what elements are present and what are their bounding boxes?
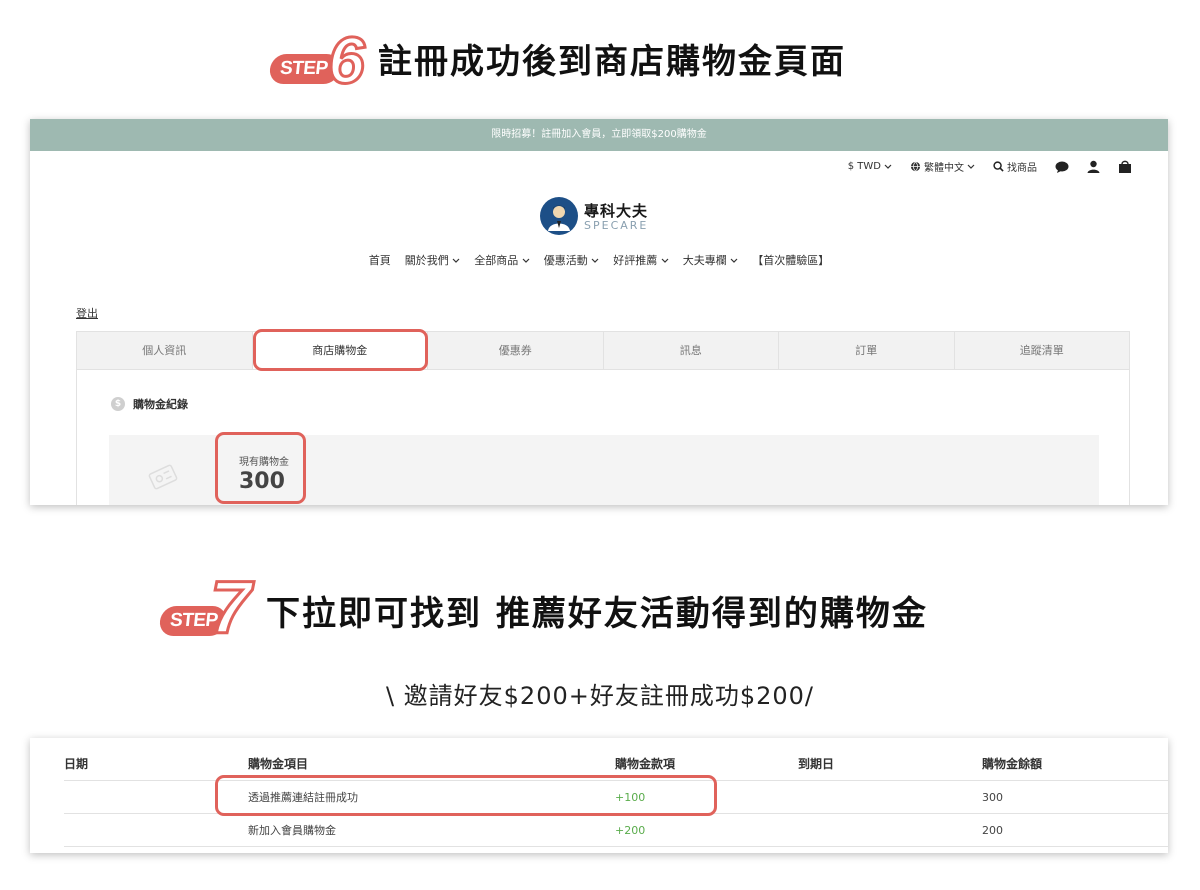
step7-number: 7 xyxy=(208,566,252,649)
brand-logo[interactable]: 專科大夫 SPECARE xyxy=(540,197,648,235)
main-nav: 首頁 關於我們 全部商品 優惠活動 好評推薦 大夫專欄 【首次體驗區】 xyxy=(30,252,1168,268)
step6-title: 註冊成功後到商店購物金頁面 xyxy=(378,41,846,82)
chevron-down-icon xyxy=(967,164,975,169)
account-tabs: 個人資訊 商店購物金 優惠券 訊息 訂單 追蹤清單 xyxy=(76,331,1130,370)
cell-balance: 200 xyxy=(982,824,1003,837)
step7-badge: STEP 7 xyxy=(158,566,253,649)
nav-column[interactable]: 大夫專欄 xyxy=(683,252,739,268)
globe-icon xyxy=(910,161,921,172)
chat-icon[interactable] xyxy=(1055,161,1069,173)
tab-messages[interactable]: 訊息 xyxy=(604,332,779,369)
step6-number: 6 xyxy=(327,23,367,97)
chevron-down-icon xyxy=(661,258,669,263)
nav-about-label: 關於我們 xyxy=(404,254,449,267)
credit-section-label: 購物金紀錄 xyxy=(133,398,188,411)
header-expiry: 到期日 xyxy=(798,757,835,771)
logo-chinese: 專科大夫 xyxy=(584,202,649,220)
tab-coupons[interactable]: 優惠券 xyxy=(428,332,604,369)
chevron-down-icon xyxy=(730,258,738,263)
chevron-down-icon xyxy=(452,258,460,263)
nav-first-trial[interactable]: 【首次體驗區】 xyxy=(752,252,829,268)
store-page-screenshot: 限時招募！註冊加入會員，立即領取$200購物金 $ TWD 繁體中文 找商品 專… xyxy=(30,119,1168,505)
user-icon[interactable] xyxy=(1087,160,1100,173)
currency-selector[interactable]: $ TWD xyxy=(848,161,892,172)
nav-home[interactable]: 首頁 xyxy=(369,252,391,268)
header-balance: 購物金餘額 xyxy=(982,757,1043,771)
cart-icon[interactable] xyxy=(1118,160,1132,173)
cell-balance: 300 xyxy=(982,791,1003,804)
coupon-icon xyxy=(148,464,178,490)
step7-title: 下拉即可找到 推薦好友活動得到的購物金 xyxy=(266,593,928,634)
nav-all-products-label: 全部商品 xyxy=(474,254,519,267)
utility-bar: $ TWD 繁體中文 找商品 xyxy=(848,159,1132,174)
chevron-down-icon xyxy=(884,164,892,169)
table-row: 新加入會員購物金 +200 200 xyxy=(64,814,1168,847)
header-date: 日期 xyxy=(64,757,89,771)
promo-bar[interactable]: 限時招募！註冊加入會員，立即領取$200購物金 xyxy=(30,119,1168,151)
coin-icon: $ xyxy=(111,397,125,411)
step6-heading: STEP 6 註冊成功後到商店購物金頁面 xyxy=(268,23,846,97)
invite-subtitle: \ 邀請好友$200+好友註冊成功$200/ xyxy=(385,682,815,710)
search-icon xyxy=(993,161,1004,172)
highlight-credit-balance xyxy=(215,432,306,504)
credit-history-table: 日期 購物金項目 購物金款項 到期日 購物金餘額 透過推薦連結註冊成功 +100… xyxy=(30,738,1168,853)
credit-section-heading: $ 購物金紀錄 xyxy=(111,396,188,412)
step6-badge: STEP 6 xyxy=(268,23,372,97)
logout-link[interactable]: 登出 xyxy=(76,305,98,321)
step7-heading: STEP 7 下拉即可找到 推薦好友活動得到的購物金 xyxy=(158,566,928,649)
highlight-referral-row xyxy=(215,775,717,816)
cell-item: 新加入會員購物金 xyxy=(248,824,336,837)
tab-profile[interactable]: 個人資訊 xyxy=(77,332,253,369)
nav-promotions[interactable]: 優惠活動 xyxy=(544,252,600,268)
tab-wishlist[interactable]: 追蹤清單 xyxy=(955,332,1130,369)
currency-label: $ TWD xyxy=(847,161,881,172)
chevron-down-icon xyxy=(522,258,530,263)
language-selector[interactable]: 繁體中文 xyxy=(910,159,975,174)
nav-promotions-label: 優惠活動 xyxy=(543,254,588,267)
search-label: 找商品 xyxy=(1007,163,1037,174)
logo-english: SPECARE xyxy=(584,219,649,232)
chevron-down-icon xyxy=(591,258,599,263)
highlight-store-credit-tab xyxy=(253,329,428,371)
tab-orders[interactable]: 訂單 xyxy=(779,332,955,369)
nav-about[interactable]: 關於我們 xyxy=(405,252,461,268)
doctor-logo-icon xyxy=(540,197,578,235)
nav-all-products[interactable]: 全部商品 xyxy=(474,252,530,268)
nav-reviews-label: 好評推薦 xyxy=(613,254,658,267)
nav-column-label: 大夫專欄 xyxy=(682,254,727,267)
nav-reviews[interactable]: 好評推薦 xyxy=(613,252,669,268)
search-link[interactable]: 找商品 xyxy=(993,159,1037,174)
cell-amount: +200 xyxy=(615,824,646,837)
language-label: 繁體中文 xyxy=(924,163,964,174)
